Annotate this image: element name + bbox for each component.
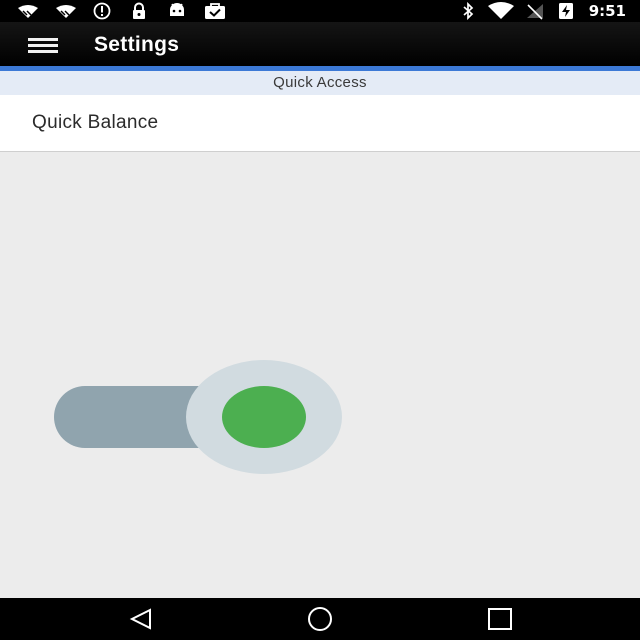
wifi-icon	[488, 2, 514, 19]
list-item-label: Quick Balance	[32, 112, 159, 133]
alert-circle-icon	[93, 2, 111, 20]
recents-icon[interactable]	[486, 607, 514, 631]
menu-button[interactable]	[24, 30, 64, 60]
status-bar: 9:51	[0, 0, 640, 22]
section-header-label: Quick Access	[273, 74, 367, 91]
status-time: 9:51	[588, 2, 626, 20]
section-header: Quick Access	[0, 71, 640, 95]
signal-off-icon	[527, 4, 543, 20]
navigation-bar	[0, 598, 640, 640]
wifi-call-icon	[56, 5, 76, 18]
list-item-quick-balance[interactable]: Quick Balance	[0, 95, 640, 152]
wifi-call-icon	[18, 5, 38, 18]
bluetooth-icon	[463, 2, 474, 20]
toggle-thumb[interactable]	[222, 386, 306, 448]
page-title: Settings	[94, 33, 180, 56]
app-bar: Settings	[0, 22, 640, 66]
quick-balance-toggle[interactable]	[54, 360, 344, 476]
battery-charging-icon	[559, 3, 573, 19]
home-icon[interactable]	[306, 607, 334, 631]
android-icon	[170, 3, 184, 16]
settings-screen: 9:51 Settings Quick Access Quick Balance	[0, 0, 640, 640]
back-icon[interactable]	[127, 607, 155, 631]
lock-icon	[133, 2, 145, 19]
briefcase-check-icon	[205, 3, 225, 19]
